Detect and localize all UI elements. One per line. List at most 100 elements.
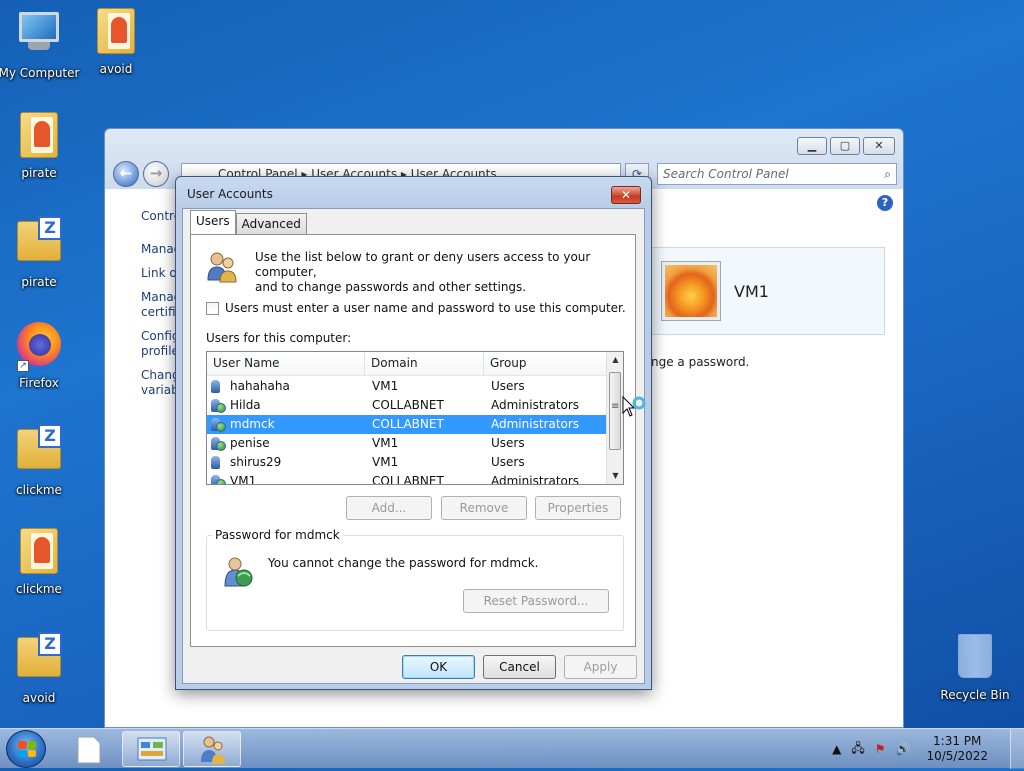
users-icon — [201, 736, 225, 764]
back-button[interactable]: ← — [113, 161, 139, 187]
vertical-scrollbar[interactable]: ▲ ▼ — [606, 352, 623, 484]
table-row-selected[interactable]: mdmck COLLABNET Administrators — [207, 415, 607, 434]
domain-user-icon — [211, 417, 226, 432]
zip-file-icon: Z — [15, 216, 63, 271]
domain-user-icon — [211, 474, 226, 484]
recycle-bin-icon — [951, 634, 999, 684]
tab-users[interactable]: Users — [190, 210, 236, 234]
desktop-icon-pirate-zip[interactable]: Z pirate — [0, 216, 81, 289]
windows-logo-icon — [18, 741, 36, 757]
group-cell: Users — [491, 436, 525, 450]
scroll-down-icon[interactable]: ▼ — [607, 468, 623, 484]
desktop-icon-firefox[interactable]: ↗ Firefox — [0, 320, 81, 390]
cancel-button[interactable]: Cancel — [483, 655, 556, 679]
user-name-cell: hahahaha — [230, 379, 290, 393]
taskbar-control-panel-button[interactable] — [122, 731, 180, 767]
desktop-icon-clickme-zip[interactable]: Z clickme — [0, 424, 81, 497]
group-cell: Administrators — [491, 474, 580, 485]
task-link[interactable]: Manag certific — [141, 290, 182, 320]
forward-button[interactable]: → — [143, 161, 169, 187]
scroll-thumb[interactable] — [609, 372, 621, 450]
users-icon — [205, 250, 239, 284]
control-panel-icon — [137, 737, 167, 761]
tab-strip: Users Advanced — [190, 210, 307, 234]
column-header-group[interactable]: Group — [484, 352, 607, 375]
dialog-close-button[interactable]: ✕ — [611, 186, 641, 204]
document-icon — [77, 736, 101, 764]
change-password-link[interactable]: nge a password. — [651, 355, 749, 369]
firefox-icon: ↗ — [15, 322, 63, 372]
table-row[interactable]: VM1 COLLABNET Administrators — [207, 472, 607, 485]
users-list[interactable]: User Name Domain Group hahahaha VM1 User… — [206, 351, 624, 485]
column-header-domain[interactable]: Domain — [365, 352, 484, 375]
domain-user-icon — [223, 556, 253, 588]
start-button[interactable] — [6, 730, 46, 768]
navigation-buttons: ← → — [113, 161, 169, 187]
desktop-icon-label: clickme — [16, 483, 62, 497]
show-desktop-button[interactable] — [1010, 729, 1024, 769]
table-row[interactable]: shirus29 VM1 Users — [207, 453, 607, 472]
user-name-cell: penise — [230, 436, 270, 450]
maximize-button[interactable]: ▢ — [830, 137, 860, 155]
ok-button[interactable]: OK — [402, 655, 475, 679]
desktop-icon-label: Firefox — [19, 376, 59, 390]
apply-button[interactable]: Apply — [564, 655, 637, 679]
user-accounts-dialog: User Accounts ✕ Users Advanced Use the l… — [175, 176, 652, 690]
taskbar: ▲ 🖧 ⚑ 🔊 1:31 PM 10/5/2022 — [0, 728, 1024, 769]
domain-cell: VM1 — [372, 436, 399, 450]
user-name-cell: mdmck — [230, 415, 275, 434]
search-input[interactable]: Search Control Panel ⌕ — [657, 163, 897, 185]
password-group-title: Password for mdmck — [212, 528, 343, 542]
desktop-icon-recycle-bin[interactable]: Recycle Bin — [933, 632, 1017, 702]
properties-button[interactable]: Properties — [535, 496, 621, 520]
domain-cell: COLLABNET — [372, 474, 444, 485]
close-button[interactable]: ✕ — [863, 137, 895, 155]
require-login-option[interactable]: Users must enter a user name and passwor… — [206, 301, 626, 315]
table-row[interactable]: hahahaha VM1 Users — [207, 377, 607, 396]
search-icon[interactable]: ⌕ — [884, 164, 891, 184]
help-icon[interactable]: ? — [877, 195, 893, 211]
avatar — [661, 261, 721, 321]
tab-advanced[interactable]: Advanced — [235, 213, 307, 234]
user-name-cell: Hilda — [230, 398, 261, 412]
network-icon[interactable]: 🖧 — [851, 739, 864, 760]
task-link[interactable]: Config profile — [141, 329, 180, 359]
user-card-name: VM1 — [734, 282, 769, 301]
table-row[interactable]: Hilda COLLABNET Administrators — [207, 396, 607, 415]
pdf-folder-icon — [15, 528, 63, 578]
taskbar-user-accounts-button[interactable] — [183, 731, 241, 767]
clock-date: 10/5/2022 — [926, 749, 988, 763]
mouse-pointer-icon — [622, 395, 646, 423]
show-hidden-icons-icon[interactable]: ▲ — [832, 742, 841, 756]
desktop-icon-my-computer[interactable]: My Computer — [0, 8, 81, 80]
taskbar-explorer-button[interactable] — [62, 731, 120, 767]
reset-password-button[interactable]: Reset Password... — [463, 589, 609, 613]
minimize-button[interactable]: ▁ — [797, 137, 827, 155]
require-login-checkbox[interactable] — [206, 301, 219, 315]
computer-icon — [15, 12, 63, 62]
intro-text: Use the list below to grant or deny user… — [255, 250, 625, 295]
add-user-button[interactable]: Add... — [346, 496, 432, 520]
action-center-icon[interactable]: ⚑ — [875, 742, 886, 756]
column-header-user-name[interactable]: User Name — [207, 352, 365, 375]
desktop-icon-pirate-pdf[interactable]: pirate — [0, 112, 81, 180]
remove-user-button[interactable]: Remove — [441, 496, 527, 520]
task-link[interactable]: Chang variab — [141, 368, 180, 398]
user-name-cell: shirus29 — [230, 455, 282, 469]
pdf-folder-icon — [15, 112, 63, 162]
domain-cell: COLLABNET — [372, 398, 444, 412]
table-row[interactable]: penise VM1 Users — [207, 434, 607, 453]
clock[interactable]: 1:31 PM 10/5/2022 — [926, 734, 988, 764]
system-tray: ▲ 🖧 ⚑ 🔊 1:31 PM 10/5/2022 — [832, 729, 988, 769]
desktop-icon-label: My Computer — [0, 66, 80, 80]
domain-user-icon — [211, 398, 226, 413]
local-user-icon — [211, 455, 226, 470]
desktop-icon-avoid-zip[interactable]: Z avoid — [0, 632, 81, 705]
group-cell: Administrators — [491, 398, 580, 412]
scroll-up-icon[interactable]: ▲ — [607, 352, 623, 368]
desktop-icon-clickme-pdf[interactable]: clickme — [0, 528, 81, 596]
users-tab-pane: Use the list below to grant or deny user… — [190, 234, 636, 647]
desktop-icon-avoid-pdf[interactable]: avoid — [74, 8, 158, 76]
user-name-cell: VM1 — [230, 474, 257, 485]
volume-icon[interactable]: 🔊 — [896, 742, 911, 756]
